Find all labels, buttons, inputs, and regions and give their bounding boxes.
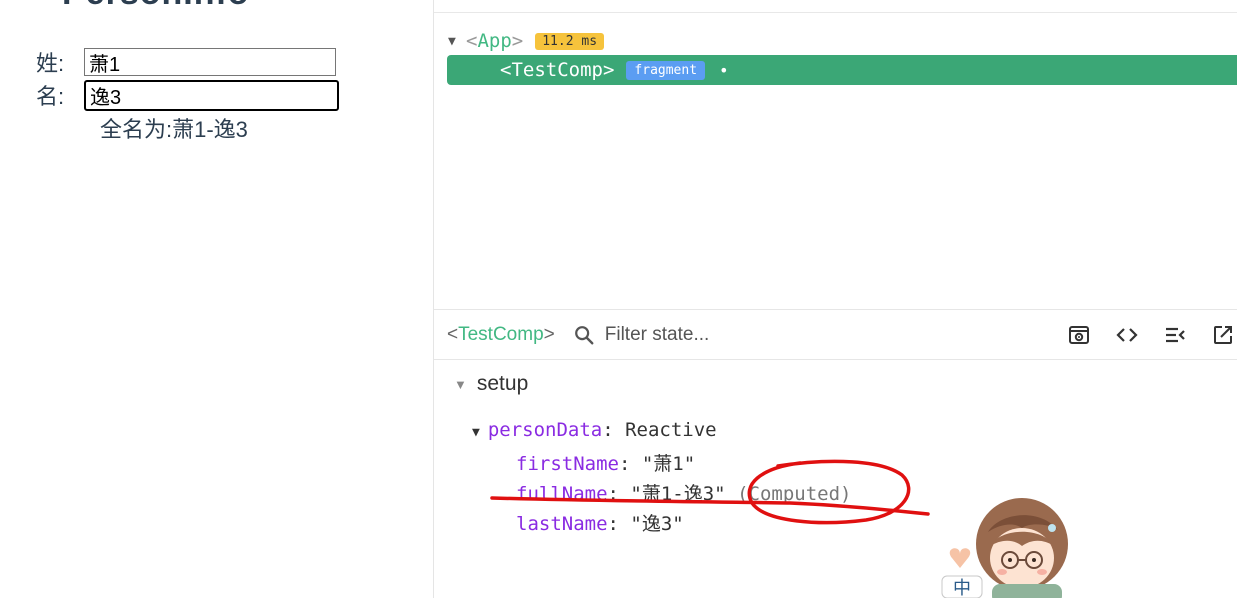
devtools-top-divider — [434, 12, 1237, 13]
inspector-toolbar: <TestComp> — [434, 309, 1237, 360]
state-field-value: "萧1" — [641, 453, 696, 475]
scroll-to-component-icon[interactable] — [1067, 323, 1091, 347]
render-code-icon[interactable] — [1163, 323, 1187, 347]
mascot-badge-text: 中 — [953, 578, 971, 598]
tree-node-testcomp[interactable]: <TestComp> fragment • — [500, 55, 729, 85]
state-field-row[interactable]: lastName: "逸3" — [516, 509, 684, 536]
setup-section-header[interactable]: ▼ setup — [454, 372, 528, 396]
collapse-arrow-icon[interactable]: ▼ — [454, 377, 467, 392]
last-name-label: 名: — [36, 84, 65, 109]
state-field-value: "逸3" — [630, 513, 684, 535]
app-preview-pane: PersonInfo 姓: 名: 全名为:萧1-逸3 — [0, 0, 433, 598]
state-object-key: personData — [487, 419, 603, 441]
expand-arrow-icon[interactable]: ▼ — [472, 425, 480, 440]
app-heading: PersonInfo — [62, 0, 250, 13]
state-field-key: lastName — [516, 513, 608, 535]
fullname-display: 全名为:萧1-逸3 — [100, 117, 248, 142]
state-field-row[interactable]: firstName: "萧1" — [516, 449, 695, 476]
render-time-badge: 11.2 ms — [535, 32, 605, 50]
inspected-component-name: <TestComp> — [447, 323, 555, 345]
state-inspector: ▼ setup ▼ personData: Reactive firstName:… — [434, 360, 1237, 598]
state-object-type: Reactive — [625, 419, 717, 441]
tree-node-testcomp-label: <TestComp> — [500, 59, 615, 81]
setup-section-title: setup — [476, 372, 529, 395]
fragment-badge: fragment — [626, 60, 706, 80]
selected-dot-icon: • — [719, 60, 729, 80]
last-name-row: 名: — [36, 79, 339, 111]
state-object-row[interactable]: ▼ personData: Reactive — [472, 419, 717, 441]
mascot-sticker: 中 — [941, 498, 1068, 598]
state-field-key: fullName — [516, 483, 608, 505]
tree-node-app[interactable]: ▼ <App> 11.2 ms — [448, 26, 605, 56]
last-name-input[interactable] — [84, 79, 339, 111]
filter-state-input[interactable] — [602, 322, 907, 347]
first-name-input[interactable] — [84, 48, 336, 76]
code-icon[interactable] — [1115, 323, 1139, 347]
open-in-editor-icon[interactable] — [1211, 323, 1235, 347]
computed-tag: (Computed) — [737, 483, 852, 505]
state-field-key: firstName — [516, 453, 619, 475]
state-field-row[interactable]: fullName: "萧1-逸3" (Computed) — [516, 479, 851, 506]
first-name-row: 姓: — [36, 46, 336, 78]
expand-arrow-icon[interactable]: ▼ — [448, 34, 466, 49]
first-name-label: 姓: — [36, 51, 65, 76]
tree-node-app-label: <App> — [466, 30, 524, 52]
state-field-value: "萧1-逸3" — [630, 483, 726, 505]
search-icon — [574, 325, 594, 344]
vue-devtools-panel: ▼ <App> 11.2 ms <TestComp> fragment • <T… — [433, 0, 1237, 598]
